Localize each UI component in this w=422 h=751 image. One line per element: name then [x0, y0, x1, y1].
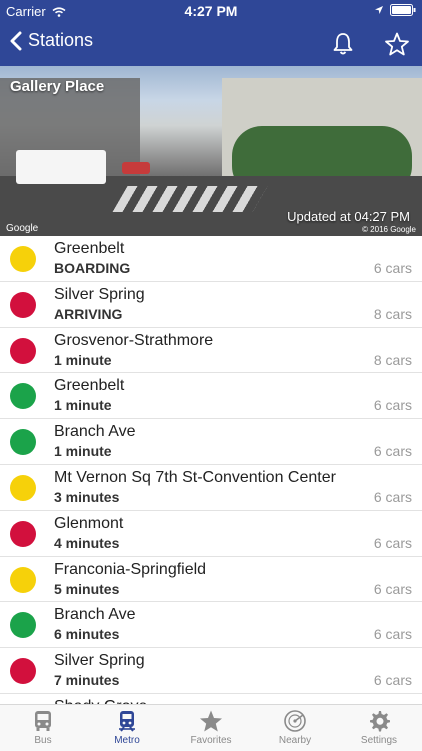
arrival-row[interactable]: Glenmont 4 minutes 6 cars [0, 511, 422, 557]
line-color-dot [10, 383, 36, 409]
status-right [374, 4, 416, 16]
tab-bar: Bus Metro Favorites Nearby Settings [0, 704, 422, 751]
arrival-eta: 7 minutes [54, 672, 119, 688]
line-color-dot [10, 292, 36, 318]
street-view-car [122, 162, 150, 174]
copyright-label: © 2016 Google [362, 225, 416, 234]
arrival-row[interactable]: Branch Ave 1 minute 6 cars [0, 419, 422, 465]
nav-actions [330, 31, 410, 57]
station-name: Gallery Place [10, 78, 104, 95]
navigation-bar: Stations [0, 22, 422, 66]
arrival-destination: Grosvenor-Strathmore [54, 332, 213, 350]
arrival-eta: 4 minutes [54, 535, 119, 551]
arrival-cars: 8 cars [374, 352, 412, 368]
header: Carrier 4:27 PM [0, 0, 422, 66]
arrival-cars: 6 cars [374, 489, 412, 505]
battery-icon [390, 4, 416, 16]
gear-icon [367, 709, 391, 733]
status-bar: Carrier 4:27 PM [0, 0, 422, 22]
arrival-row[interactable]: Grosvenor-Strathmore 1 minute 8 cars [0, 328, 422, 374]
line-color-dot [10, 475, 36, 501]
arrival-cars: 6 cars [374, 260, 412, 276]
tab-label: Bus [34, 735, 51, 746]
arrival-cars: 6 cars [374, 581, 412, 597]
back-label: Stations [28, 30, 93, 51]
arrival-row[interactable]: Greenbelt BOARDING 6 cars [0, 236, 422, 282]
line-color-dot [10, 567, 36, 593]
arrivals-list: Greenbelt BOARDING 6 cars Silver Spring ARRI… [0, 236, 422, 704]
station-banner: Gallery Place Updated at 04:27 PM Google… [0, 66, 422, 236]
arrival-eta: 6 minutes [54, 626, 119, 642]
arrival-row[interactable]: Franconia-Springfield 5 minutes 6 cars [0, 557, 422, 603]
star-icon[interactable] [384, 31, 410, 57]
tab-metro[interactable]: Metro [85, 707, 169, 751]
arrival-eta: 1 minute [54, 397, 112, 413]
arrival-eta: 1 minute [54, 352, 112, 368]
arrival-destination: Silver Spring [54, 652, 145, 670]
location-arrow-icon [374, 5, 384, 15]
tab-nearby[interactable]: Nearby [253, 707, 337, 751]
tab-label: Settings [361, 735, 397, 746]
line-color-dot [10, 338, 36, 364]
arrival-cars: 6 cars [374, 626, 412, 642]
arrival-eta: BOARDING [54, 260, 130, 276]
back-button[interactable]: Stations [10, 30, 93, 51]
arrival-row[interactable]: Silver Spring ARRIVING 8 cars [0, 282, 422, 328]
arrival-eta: 1 minute [54, 443, 112, 459]
arrival-row[interactable]: Shady Grove [0, 694, 422, 704]
bus-icon [31, 709, 55, 733]
arrival-cars: 8 cars [374, 306, 412, 322]
line-color-dot [10, 521, 36, 547]
arrival-row[interactable]: Silver Spring 7 minutes 6 cars [0, 648, 422, 694]
arrival-destination: Greenbelt [54, 240, 124, 258]
star-icon [199, 709, 223, 733]
tab-settings[interactable]: Settings [337, 707, 421, 751]
arrival-cars: 6 cars [374, 443, 412, 459]
arrival-destination: Mt Vernon Sq 7th St-Convention Center [54, 469, 336, 487]
arrival-row[interactable]: Greenbelt 1 minute 6 cars [0, 373, 422, 419]
arrival-row[interactable]: Mt Vernon Sq 7th St-Convention Center 3 m… [0, 465, 422, 511]
arrival-destination: Branch Ave [54, 423, 136, 441]
arrival-eta: ARRIVING [54, 306, 122, 322]
train-icon [115, 709, 139, 733]
line-color-dot [10, 246, 36, 272]
arrival-cars: 6 cars [374, 397, 412, 413]
chevron-left-icon [10, 31, 22, 51]
arrival-destination: Silver Spring [54, 286, 145, 304]
arrival-cars: 6 cars [374, 535, 412, 551]
tab-label: Nearby [279, 735, 311, 746]
line-color-dot [10, 658, 36, 684]
arrival-destination: Franconia-Springfield [54, 561, 206, 579]
street-view-crosswalk [112, 186, 267, 212]
arrival-destination: Glenmont [54, 515, 123, 533]
arrival-destination: Branch Ave [54, 606, 136, 624]
google-logo: Google [6, 223, 38, 234]
tab-label: Favorites [190, 735, 231, 746]
street-view-truck [16, 150, 106, 184]
line-color-dot [10, 429, 36, 455]
arrival-destination: Greenbelt [54, 377, 124, 395]
bell-icon[interactable] [330, 31, 356, 57]
arrival-row[interactable]: Branch Ave 6 minutes 6 cars [0, 602, 422, 648]
arrival-eta: 3 minutes [54, 489, 119, 505]
radar-icon [283, 709, 307, 733]
arrival-eta: 5 minutes [54, 581, 119, 597]
status-time: 4:27 PM [0, 3, 422, 19]
tab-bus[interactable]: Bus [1, 707, 85, 751]
arrival-cars: 6 cars [374, 672, 412, 688]
line-color-dot [10, 612, 36, 638]
updated-time: Updated at 04:27 PM [287, 209, 410, 224]
tab-label: Metro [114, 735, 140, 746]
tab-favorites[interactable]: Favorites [169, 707, 253, 751]
